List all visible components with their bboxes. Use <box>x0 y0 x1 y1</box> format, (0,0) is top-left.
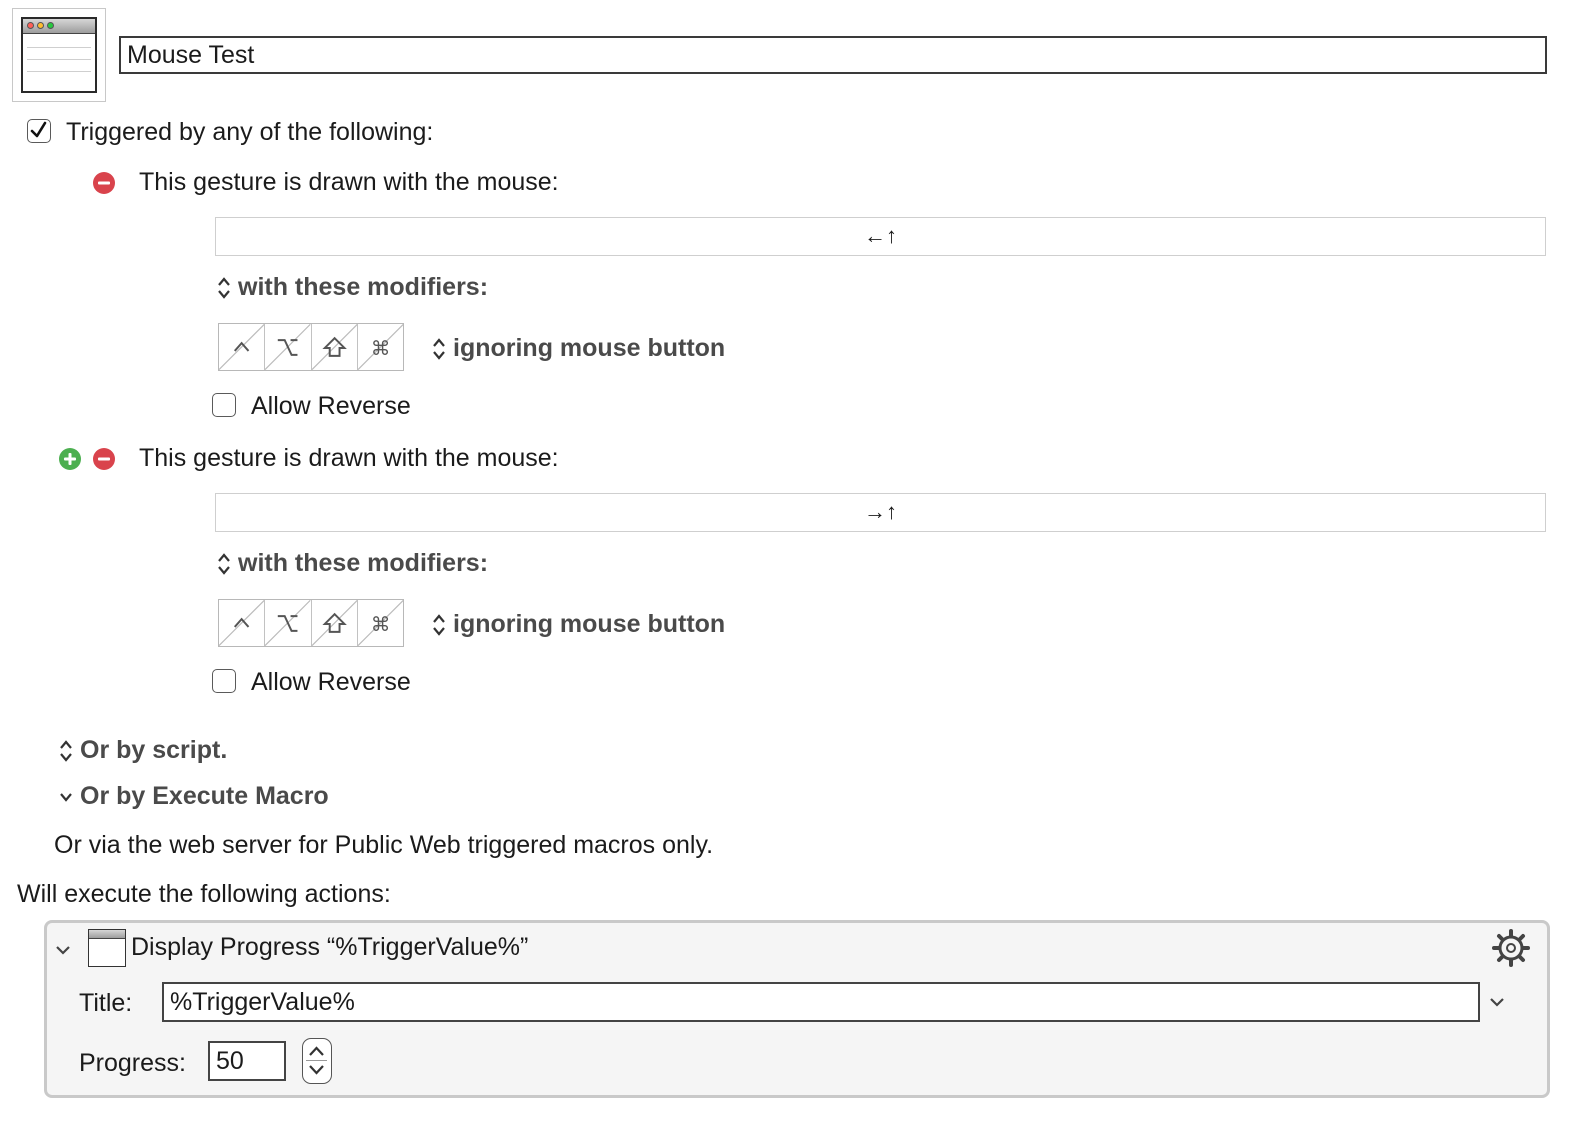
updown-chevron-icon <box>218 553 230 576</box>
modifiers-popup[interactable]: with these modifiers: <box>216 273 488 302</box>
mouse-button-popup[interactable]: ignoring mouse button <box>431 610 725 639</box>
stepper-arrows-icon <box>306 1046 327 1075</box>
command-key-icon[interactable]: ⌘ <box>357 600 403 646</box>
title-label: Title: <box>79 989 133 1017</box>
actions-heading: Will execute the following actions: <box>17 880 391 908</box>
svg-text:⌘: ⌘ <box>371 613 391 636</box>
title-input[interactable]: %TriggerValue% <box>162 982 1480 1022</box>
chevron-down-icon[interactable] <box>53 940 73 960</box>
progress-label: Progress: <box>79 1049 186 1077</box>
gesture-field[interactable]: ←↑ <box>215 217 1546 256</box>
modifiers-popup[interactable]: with these modifiers: <box>216 549 488 578</box>
or-by-execute-macro-disclosure[interactable]: Or by Execute Macro <box>58 782 329 811</box>
chevron-down-icon[interactable] <box>1487 992 1507 1012</box>
window-icon <box>21 17 97 93</box>
control-key-icon[interactable] <box>219 324 266 370</box>
allow-reverse-checkbox[interactable] <box>212 393 236 417</box>
command-key-icon[interactable]: ⌘ <box>357 324 403 370</box>
action-title: Display Progress “%TriggerValue%” <box>131 933 529 961</box>
progress-input[interactable]: 50 <box>208 1041 286 1081</box>
gesture-trigger-label: This gesture is drawn with the mouse: <box>139 444 559 472</box>
updown-chevron-icon <box>60 740 72 763</box>
mouse-button-popup[interactable]: ignoring mouse button <box>431 334 725 363</box>
modifier-keys[interactable]: ⌘ <box>218 599 404 647</box>
macro-name-field[interactable]: Mouse Test <box>119 36 1547 74</box>
checkmark-icon <box>30 121 47 138</box>
or-by-script-disclosure[interactable]: Or by script. <box>58 736 227 765</box>
allow-reverse-checkbox[interactable] <box>212 669 236 693</box>
add-trigger-icon[interactable] <box>58 447 82 471</box>
remove-trigger-icon[interactable] <box>92 447 116 471</box>
gesture-trigger-label: This gesture is drawn with the mouse: <box>139 168 559 196</box>
chevron-down-icon <box>60 793 72 803</box>
progress-stepper[interactable] <box>302 1038 332 1084</box>
svg-text:⌘: ⌘ <box>371 337 391 360</box>
trigger-group-label: Triggered by any of the following: <box>66 118 434 146</box>
shift-key-icon[interactable] <box>311 600 358 646</box>
shift-key-icon[interactable] <box>311 324 358 370</box>
gesture-field[interactable]: →↑ <box>215 493 1546 532</box>
control-key-icon[interactable] <box>219 600 266 646</box>
modifier-keys[interactable]: ⌘ <box>218 323 404 371</box>
option-key-icon[interactable] <box>265 324 312 370</box>
option-key-icon[interactable] <box>265 600 312 646</box>
macro-icon[interactable] <box>12 8 106 102</box>
updown-chevron-icon <box>433 614 445 637</box>
triggered-checkbox[interactable] <box>27 119 51 143</box>
allow-reverse-label: Allow Reverse <box>251 668 411 696</box>
allow-reverse-label: Allow Reverse <box>251 392 411 420</box>
window-icon <box>88 929 126 967</box>
updown-chevron-icon <box>218 277 230 300</box>
web-server-note: Or via the web server for Public Web tri… <box>54 831 714 859</box>
remove-trigger-icon[interactable] <box>92 171 116 195</box>
gear-icon[interactable] <box>1491 928 1531 968</box>
updown-chevron-icon <box>433 338 445 361</box>
